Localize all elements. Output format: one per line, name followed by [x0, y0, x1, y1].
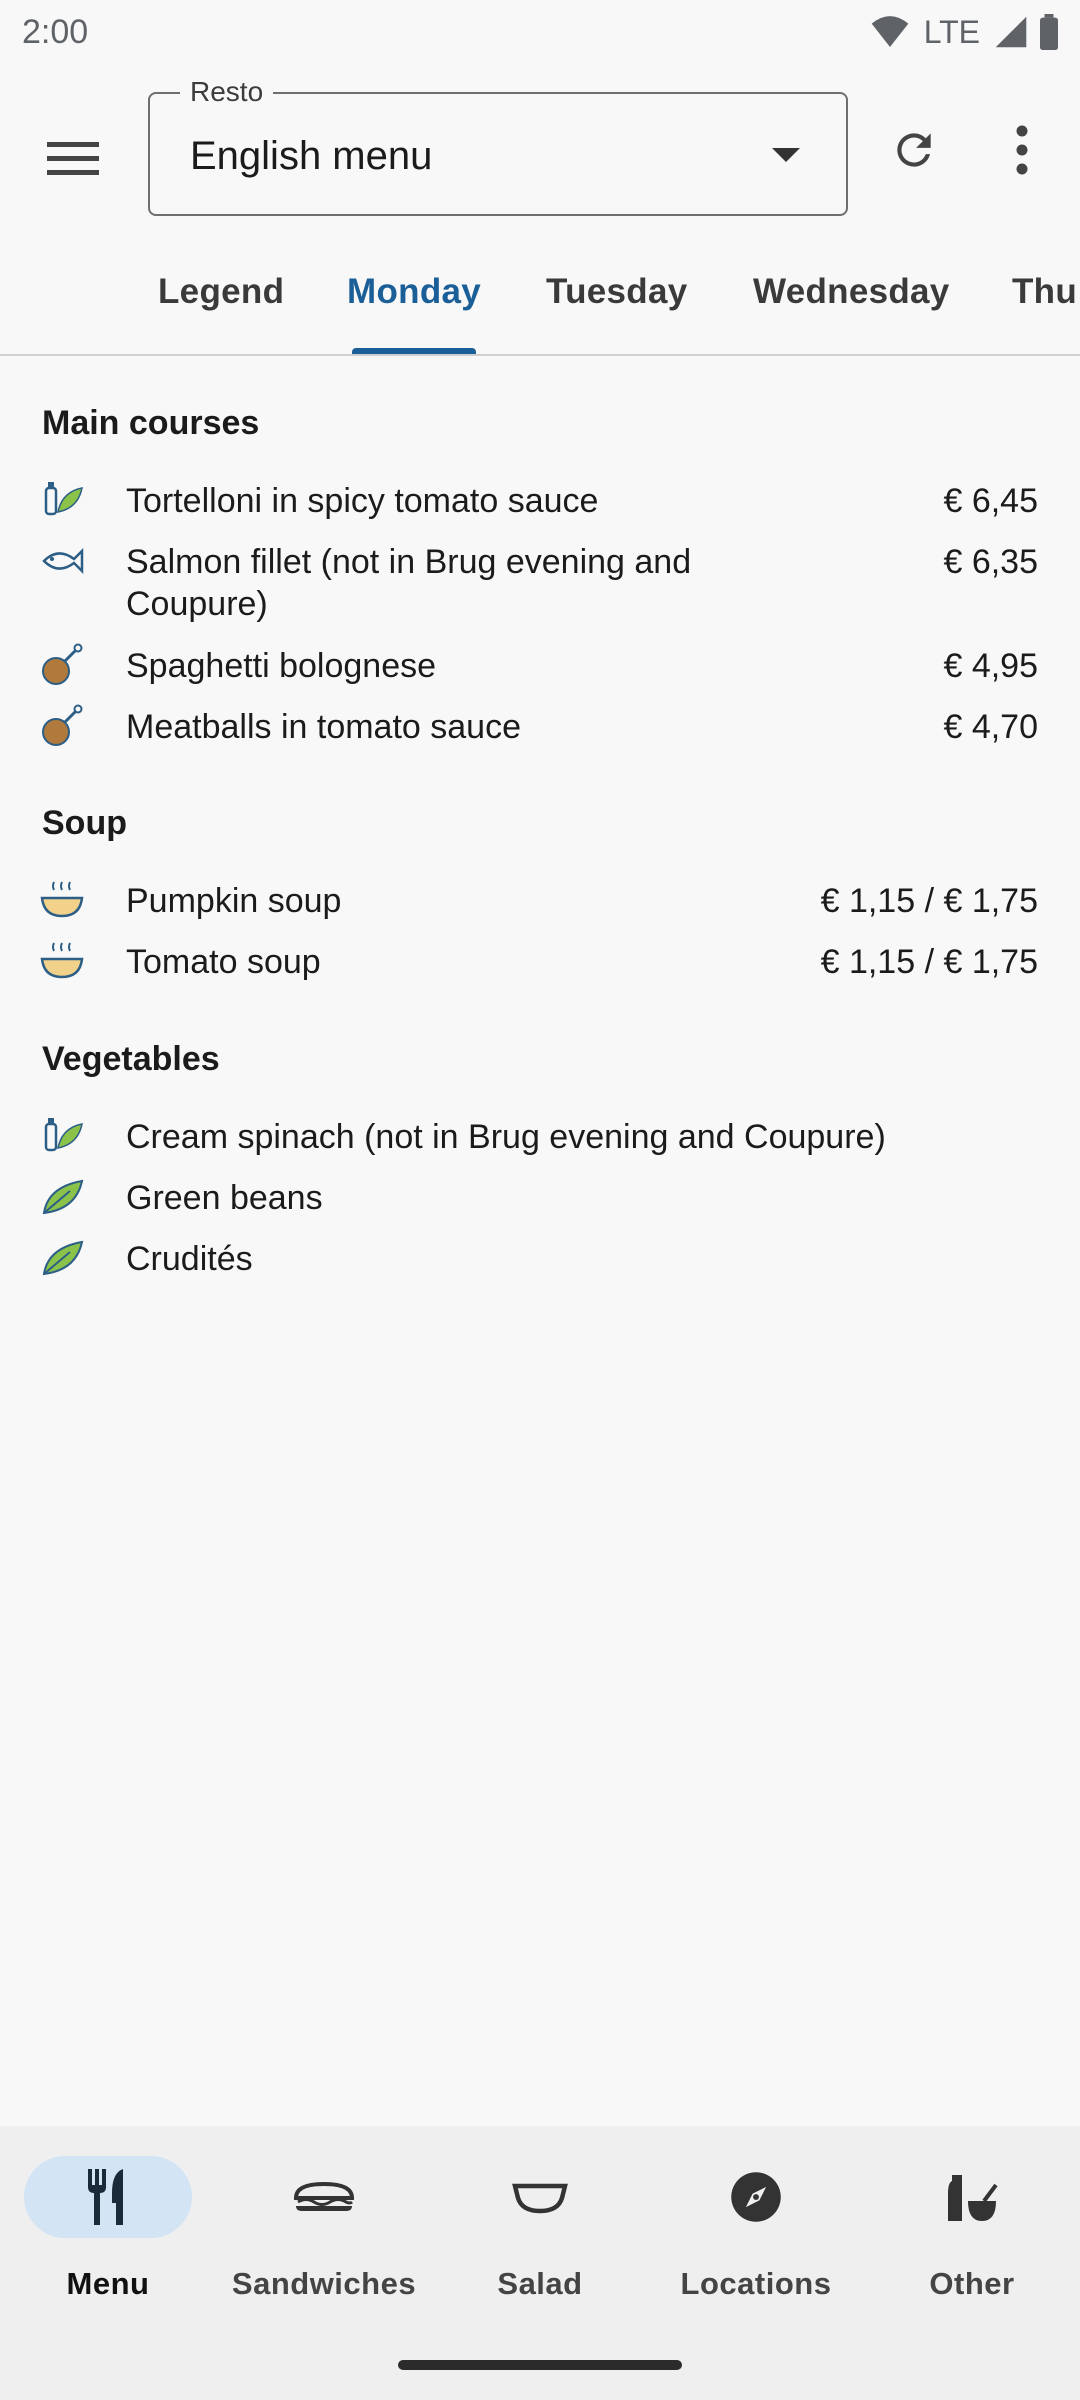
refresh-icon — [897, 133, 931, 167]
status-time: 2:00 — [22, 12, 89, 51]
nav-sandwiches[interactable]: Sandwiches — [216, 2156, 432, 2336]
section-title-vegetables: Vegetables — [42, 1040, 220, 1078]
tab-legend[interactable]: Legend — [158, 272, 284, 312]
signal-icon — [995, 16, 1027, 48]
dropdown-arrow-icon — [772, 148, 800, 162]
nav-menu-icon-wrap — [24, 2156, 192, 2238]
nav-other-icon-wrap — [888, 2156, 1056, 2238]
more-vert-icon — [1016, 125, 1028, 175]
item-name: Pumpkin soup — [126, 882, 342, 920]
nav-label: Menu — [66, 2266, 150, 2301]
item-price: € 6,35 — [943, 543, 1038, 581]
bottle-icon — [948, 2175, 998, 2221]
nav-label: Other — [929, 2266, 1015, 2301]
app-bar: Resto English menu — [0, 64, 1080, 244]
day-tabs: Legend Monday Tuesday Wednesday Thu — [0, 244, 1080, 356]
tab-thursday[interactable]: Thu — [1012, 272, 1077, 312]
item-name: Green beans — [126, 1179, 323, 1217]
item-price: € 1,15 / € 1,75 — [820, 882, 1038, 920]
more-options-button[interactable] — [988, 116, 1056, 184]
item-name: Cream spinach (not in Brug evening and C… — [126, 1118, 886, 1156]
refresh-button[interactable] — [880, 116, 948, 184]
status-icons: LTE — [870, 14, 1060, 51]
meat-icon — [42, 704, 83, 746]
nav-sandwiches-icon-wrap — [240, 2156, 408, 2238]
network-type: LTE — [923, 13, 980, 50]
vegan-icon — [44, 1118, 83, 1152]
nav-salad-icon-wrap — [456, 2156, 624, 2238]
item-name: Meatballs in tomato sauce — [126, 708, 521, 746]
soup-icon — [40, 942, 84, 979]
cutlery-icon — [88, 2169, 123, 2225]
resto-value: English menu — [190, 134, 433, 178]
hamburger-menu-button[interactable] — [38, 124, 108, 194]
item-name: Tortelloni in spicy tomato sauce — [126, 482, 599, 520]
resto-label: Resto — [180, 76, 274, 108]
nav-locations[interactable]: Locations — [648, 2156, 864, 2336]
soup-icon — [40, 881, 84, 918]
compass-icon — [731, 2172, 781, 2222]
hamburger-icon — [47, 142, 99, 175]
item-price: € 4,95 — [943, 647, 1038, 685]
sandwich-icon — [293, 2181, 355, 2211]
leaf-icon — [42, 1179, 84, 1215]
leaf-icon — [42, 1240, 84, 1276]
resto-dropdown[interactable]: Resto English menu — [148, 76, 848, 216]
nav-menu[interactable]: Menu — [0, 2156, 216, 2336]
tab-wednesday[interactable]: Wednesday — [753, 272, 950, 312]
nav-label: Salad — [497, 2266, 583, 2301]
section-title-soup: Soup — [42, 804, 127, 842]
item-name: Crudités — [126, 1240, 253, 1278]
nav-salad[interactable]: Salad — [432, 2156, 648, 2336]
nav-other[interactable]: Other — [864, 2156, 1080, 2336]
item-price: € 1,15 / € 1,75 — [820, 943, 1038, 981]
meat-icon — [42, 643, 83, 685]
nav-label: Locations — [680, 2266, 832, 2301]
fish-icon — [42, 547, 84, 575]
item-price: € 4,70 — [943, 708, 1038, 746]
nav-locations-icon-wrap — [672, 2156, 840, 2238]
item-name: Spaghetti bolognese — [126, 647, 437, 685]
battery-icon — [1040, 14, 1058, 50]
item-price: € 6,45 — [943, 482, 1038, 520]
item-name: Tomato soup — [126, 943, 321, 981]
home-indicator[interactable] — [398, 2360, 682, 2370]
active-tab-indicator — [352, 348, 476, 354]
section-title-main-courses: Main courses — [42, 404, 260, 442]
wifi-icon — [871, 16, 909, 47]
vegan-icon — [44, 482, 83, 516]
nav-label: Sandwiches — [231, 2266, 417, 2301]
status-bar: 2:00 LTE — [0, 0, 1080, 64]
bottom-navigation: Menu Sandwiches Salad Locations Other — [0, 2126, 1080, 2400]
item-name: Salmon fillet (not in Brug evening and C… — [126, 543, 692, 623]
tab-tuesday[interactable]: Tuesday — [546, 272, 688, 312]
bowl-icon — [512, 2183, 568, 2214]
tab-monday[interactable]: Monday — [347, 272, 481, 312]
